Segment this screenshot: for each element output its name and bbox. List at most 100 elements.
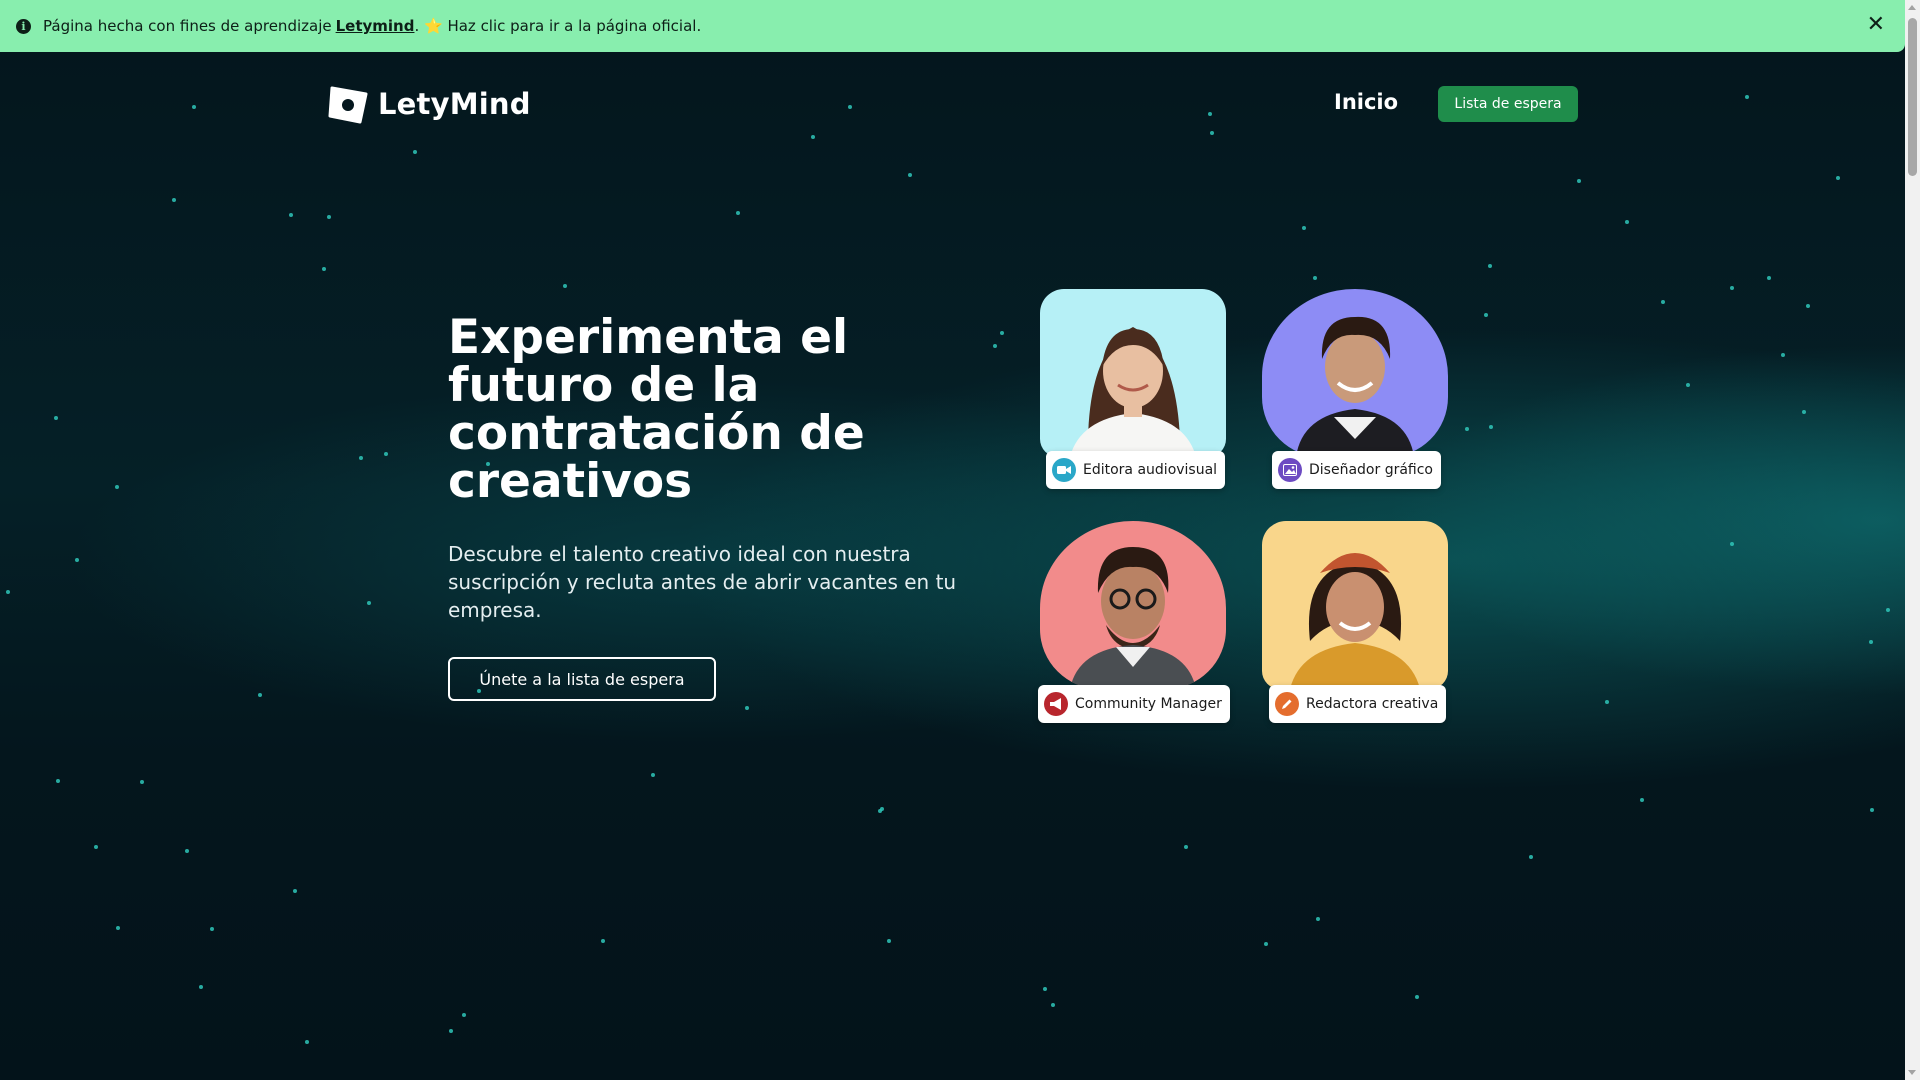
talent-photo [1040, 521, 1226, 689]
star-decoration [1730, 286, 1734, 290]
star-decoration [1051, 1003, 1055, 1007]
star-decoration [1210, 131, 1214, 135]
scrollbar-thumb[interactable] [1908, 18, 1917, 176]
scroll-down-icon[interactable] [1908, 1070, 1916, 1075]
talent-photo [1262, 289, 1448, 457]
star-decoration [745, 706, 749, 710]
star-decoration [116, 926, 120, 930]
star-decoration [993, 344, 997, 348]
star-decoration [327, 215, 331, 219]
role-badge: Community Manager [1038, 685, 1230, 723]
star-decoration [878, 809, 882, 813]
star-decoration [258, 693, 262, 697]
star-decoration [1465, 427, 1469, 431]
role-label: Editora audiovisual [1083, 462, 1218, 478]
star-decoration [1184, 845, 1188, 849]
hero-description: Descubre el talento creativo ideal con n… [448, 542, 957, 622]
star-decoration [887, 939, 891, 943]
notice-text-before: Página hecha con fines de aprendizaje [43, 17, 332, 35]
star-decoration [94, 845, 98, 849]
star-decoration [367, 601, 371, 605]
star-decoration [601, 939, 605, 943]
star-decoration [1488, 264, 1492, 268]
role-label: Diseñador gráfico [1309, 462, 1433, 478]
star-decoration [1000, 331, 1004, 335]
star-decoration [75, 558, 79, 562]
star-decoration [848, 105, 852, 109]
talent-photo [1262, 521, 1448, 689]
star-decoration [6, 590, 10, 594]
star-decoration [1806, 304, 1810, 308]
star-decoration [1264, 942, 1268, 946]
star-decoration [56, 779, 60, 783]
star-decoration [210, 927, 214, 931]
pencil-icon [1275, 692, 1299, 716]
role-label: Community Manager [1075, 696, 1222, 712]
megaphone-icon [1044, 692, 1068, 716]
star-decoration [811, 135, 815, 139]
talent-card-video-editor[interactable]: Editora audiovisual [1040, 289, 1226, 489]
talent-card-creative-writer[interactable]: Redactora creativa [1262, 521, 1448, 723]
star-decoration [140, 780, 144, 784]
star-decoration [1767, 276, 1771, 280]
waitlist-nav-button[interactable]: Lista de espera [1438, 86, 1578, 122]
star-decoration [736, 211, 740, 215]
talent-card-graphic-designer[interactable]: Diseñador gráfico [1262, 289, 1448, 489]
star-decoration [1605, 700, 1609, 704]
star-decoration [1208, 112, 1212, 116]
star-decoration [1415, 995, 1419, 999]
star-decoration [1625, 220, 1629, 224]
star-decoration [1313, 276, 1317, 280]
star-decoration [563, 284, 567, 288]
role-badge: Redactora creativa [1269, 685, 1447, 723]
star-decoration [359, 456, 363, 460]
star-decoration [908, 173, 912, 177]
star-decoration [1886, 608, 1890, 612]
notice-link[interactable]: Letymind [336, 17, 415, 35]
star-decoration [1661, 300, 1665, 304]
star-decoration [651, 773, 655, 777]
star-decoration [384, 452, 388, 456]
star-decoration [1577, 179, 1581, 183]
star-decoration [1730, 542, 1734, 546]
star-decoration [449, 1029, 453, 1033]
brand-logo[interactable]: LetyMind [328, 84, 531, 124]
star-decoration [192, 105, 196, 109]
close-icon[interactable]: ✕ [1867, 14, 1885, 36]
star-decoration [185, 849, 189, 853]
star-decoration [1529, 855, 1533, 859]
nav-home-link[interactable]: Inicio [1334, 90, 1398, 114]
star-decoration [172, 198, 176, 202]
star-decoration [54, 416, 58, 420]
logo-icon [328, 84, 372, 124]
star-decoration [1870, 808, 1874, 812]
star-decoration [1836, 176, 1840, 180]
star-decoration [1686, 383, 1690, 387]
notice-text-after: . ⭐ Haz clic para ir a la página oficial… [414, 17, 702, 35]
star-decoration [462, 1013, 466, 1017]
talent-photo [1040, 289, 1226, 457]
page-scrollbar[interactable] [1905, 0, 1920, 1080]
role-badge: Editora audiovisual [1046, 451, 1226, 489]
video-camera-icon [1052, 458, 1076, 482]
star-decoration [1640, 798, 1644, 802]
learning-notice-bar[interactable]: i Página hecha con fines de aprendizaje … [0, 0, 1905, 52]
star-decoration [289, 213, 293, 217]
star-decoration [1302, 226, 1306, 230]
info-icon: i [16, 18, 31, 34]
star-decoration [413, 150, 417, 154]
star-decoration [1484, 313, 1488, 317]
star-decoration [1745, 95, 1749, 99]
role-badge: Diseñador gráfico [1272, 451, 1441, 489]
star-decoration [199, 985, 203, 989]
role-label: Redactora creativa [1306, 696, 1439, 712]
join-waitlist-button[interactable]: Únete a la lista de espera [448, 657, 716, 701]
scroll-up-icon[interactable] [1908, 5, 1916, 10]
hero-title: Experimenta el futuro de la contratación… [448, 310, 865, 509]
star-decoration [322, 267, 326, 271]
star-decoration [1316, 917, 1320, 921]
star-decoration [115, 485, 119, 489]
talent-card-community-manager[interactable]: Community Manager [1038, 521, 1230, 723]
brand-name: LetyMind [378, 87, 531, 121]
star-decoration [1802, 410, 1806, 414]
